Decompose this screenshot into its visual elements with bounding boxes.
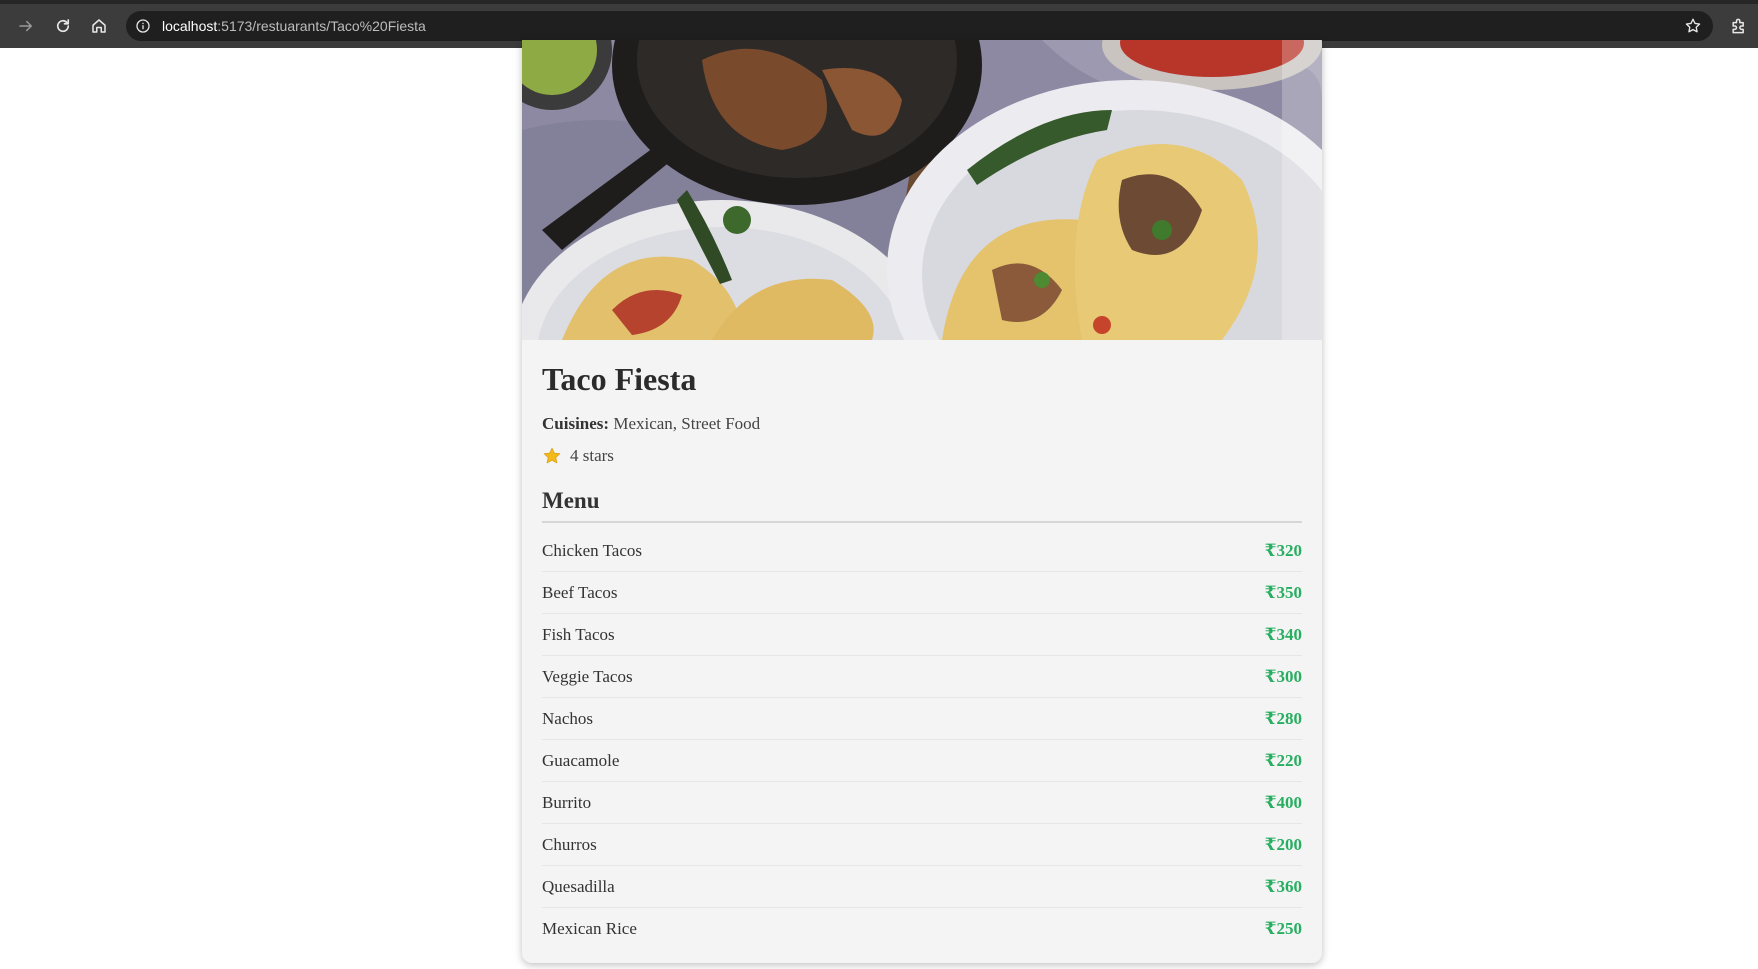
extensions-icon[interactable]	[1729, 16, 1749, 36]
menu-item-name: Guacamole	[542, 750, 620, 770]
menu-item-name: Burrito	[542, 792, 592, 812]
reload-icon	[56, 19, 70, 33]
forward-icon	[19, 20, 32, 32]
menu-item-price: ₹320	[1264, 540, 1302, 560]
menu-item-price: ₹300	[1264, 666, 1302, 686]
site-info-icon[interactable]	[134, 17, 152, 35]
menu-item-price: ₹400	[1264, 792, 1302, 812]
home-icon	[92, 19, 106, 33]
menu-item-name: Quesadilla	[542, 876, 615, 896]
menu-item: Veggie Tacos ₹300	[542, 656, 1302, 698]
restaurant-card: Taco Fiesta Cuisines: Mexican, Street Fo…	[522, 40, 1322, 963]
menu-item-name: Fish Tacos	[542, 624, 615, 644]
cuisines-label: Cuisines:	[542, 414, 610, 433]
menu-heading: Menu	[542, 486, 1302, 523]
menu-item-price: ₹280	[1264, 708, 1302, 728]
star-icon	[542, 446, 562, 466]
address-bar[interactable]: localhost:5173/restuarants/Taco%20Fiesta	[126, 11, 1713, 41]
menu-item-name: Nachos	[542, 708, 593, 728]
menu-item-price: ₹350	[1264, 582, 1302, 602]
bookmark-star-icon[interactable]	[1683, 16, 1703, 36]
menu-item: Guacamole ₹220	[542, 740, 1302, 782]
menu-item-price: ₹250	[1264, 919, 1302, 938]
restaurant-name: Taco Fiesta	[542, 361, 697, 397]
menu-item: Beef Tacos ₹350	[542, 572, 1302, 614]
home-button[interactable]	[87, 14, 111, 38]
menu-item: Quesadilla ₹360	[542, 866, 1302, 908]
restaurant-hero-image	[522, 40, 1322, 340]
url-text: localhost:5173/restuarants/Taco%20Fiesta	[162, 17, 426, 35]
menu-item: Nachos ₹280	[542, 698, 1302, 740]
restaurant-rating: 4 stars	[542, 445, 614, 467]
menu-item: Fish Tacos ₹340	[542, 614, 1302, 656]
restaurant-cuisines: Cuisines: Mexican, Street Food	[542, 413, 760, 435]
menu-item-price: ₹220	[1264, 750, 1302, 770]
url-host: localhost	[162, 18, 218, 34]
menu-item: Churros ₹200	[542, 824, 1302, 866]
rating-text: 4 stars	[570, 446, 614, 465]
menu-item-name: Beef Tacos	[542, 582, 618, 602]
menu-item: Chicken Tacos ₹320	[542, 530, 1302, 572]
menu-item-name: Chicken Tacos	[542, 540, 642, 560]
menu-item: Burrito ₹400	[542, 782, 1302, 824]
menu-list: Chicken Tacos ₹320 Beef Tacos ₹350 Fish Ta…	[542, 530, 1302, 950]
menu-item-name: Mexican Rice	[542, 919, 637, 938]
url-path: :5173/restuarants/Taco%20Fiesta	[217, 18, 426, 34]
menu-item-name: Churros	[542, 834, 597, 854]
menu-item-name: Veggie Tacos	[542, 666, 633, 686]
reload-button[interactable]	[51, 14, 75, 38]
menu-item-price: ₹200	[1264, 834, 1302, 854]
menu-item: Mexican Rice ₹250	[542, 908, 1302, 950]
cuisines-value: Mexican, Street Food	[609, 414, 761, 433]
menu-item-price: ₹340	[1264, 624, 1302, 644]
menu-item-price: ₹360	[1264, 876, 1302, 896]
forward-button[interactable]	[14, 14, 38, 38]
